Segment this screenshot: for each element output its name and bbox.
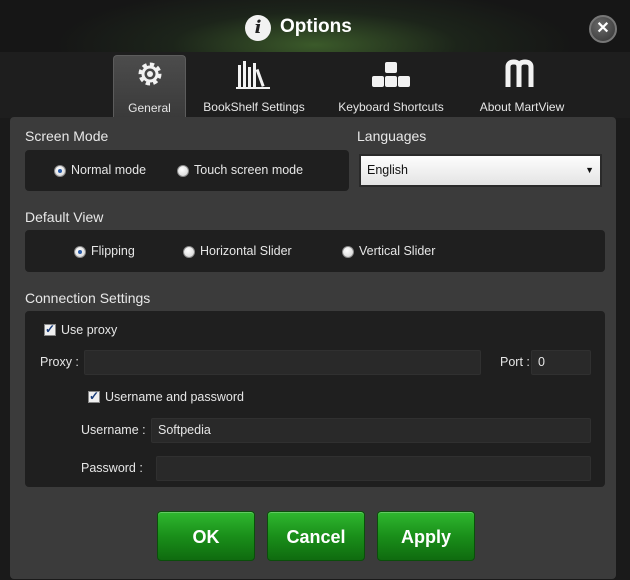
use-proxy-checkbox[interactable]: [44, 322, 56, 336]
tab-label: Keyboard Shortcuts: [338, 100, 444, 114]
screen-mode-title: Screen Mode: [25, 128, 109, 144]
tab-label: About MartView: [479, 100, 565, 114]
window-title: Options: [280, 16, 352, 37]
tab-bookshelf-settings[interactable]: BookShelf Settings: [196, 55, 312, 118]
gear-icon: [136, 60, 164, 91]
flipping-label[interactable]: Flipping: [91, 244, 135, 258]
password-input[interactable]: [156, 456, 591, 481]
normal-mode-radio[interactable]: [54, 165, 66, 177]
cancel-button[interactable]: Cancel: [267, 511, 365, 561]
use-proxy-label[interactable]: Use proxy: [61, 323, 117, 337]
port-input[interactable]: 0: [531, 350, 591, 375]
ok-button[interactable]: OK: [157, 511, 255, 561]
tab-general[interactable]: General: [113, 55, 186, 118]
connection-settings-title: Connection Settings: [25, 290, 151, 306]
info-icon: i: [245, 15, 271, 41]
languages-title: Languages: [357, 128, 427, 144]
username-password-label[interactable]: Username and password: [105, 390, 244, 404]
tab-about-martview[interactable]: About MartView: [470, 55, 574, 118]
tab-label: General: [128, 101, 171, 115]
username-input[interactable]: Softpedia: [151, 418, 591, 443]
port-label: Port :: [500, 355, 530, 369]
tab-bar: General BookShelf Settings Keyboard Shor…: [0, 52, 630, 118]
username-password-checkbox[interactable]: [88, 389, 100, 403]
horizontal-slider-label[interactable]: Horizontal Slider: [200, 244, 292, 258]
default-view-title: Default View: [25, 209, 104, 225]
horizontal-slider-radio[interactable]: [183, 246, 195, 258]
flipping-radio[interactable]: [74, 246, 86, 258]
apply-button[interactable]: Apply: [377, 511, 475, 561]
vertical-slider-label[interactable]: Vertical Slider: [359, 244, 435, 258]
touch-screen-mode-radio[interactable]: [177, 165, 189, 177]
normal-mode-label[interactable]: Normal mode: [71, 163, 146, 177]
touch-screen-mode-label[interactable]: Touch screen mode: [194, 163, 303, 177]
tab-keyboard-shortcuts[interactable]: Keyboard Shortcuts: [332, 55, 450, 118]
language-select[interactable]: English ▼: [359, 154, 602, 187]
keyboard-icon: [369, 59, 413, 94]
proxy-input[interactable]: [84, 350, 481, 375]
vertical-slider-radio[interactable]: [342, 246, 354, 258]
language-selected-value: English: [367, 163, 408, 177]
username-label: Username :: [81, 423, 146, 437]
proxy-label: Proxy :: [40, 355, 79, 369]
bookshelf-icon: [234, 59, 274, 94]
martview-logo-icon: [504, 59, 540, 94]
chevron-down-icon: ▼: [585, 165, 594, 175]
password-label: Password :: [81, 461, 143, 475]
close-button[interactable]: ✕: [589, 15, 617, 43]
tab-label: BookShelf Settings: [203, 100, 305, 114]
title-bar: i Options ✕: [0, 0, 630, 52]
